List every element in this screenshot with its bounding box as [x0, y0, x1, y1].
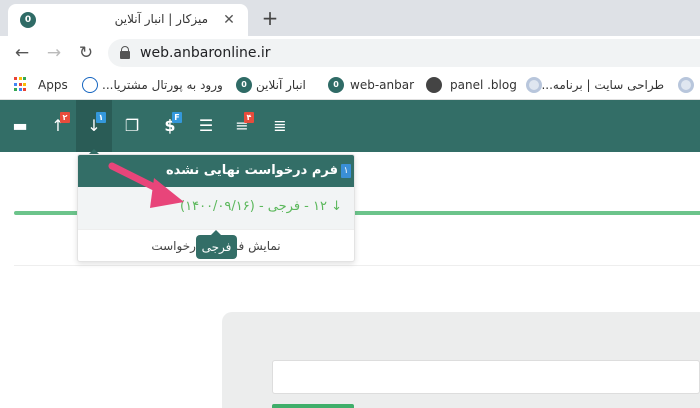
reload-button[interactable]: ↻ — [74, 41, 98, 65]
bars-button[interactable]: ≣ — [262, 100, 298, 152]
forward-button[interactable]: → — [42, 41, 66, 65]
disc-icon — [526, 77, 542, 93]
world-icon — [426, 77, 442, 93]
apps-grid-icon[interactable] — [14, 77, 29, 92]
address-bar[interactable]: web.anbaronline.ir — [108, 39, 700, 67]
list-icon: ☰ — [198, 116, 214, 135]
text-input[interactable] — [272, 360, 700, 394]
disc-icon — [678, 77, 694, 93]
sort-count-badge: ۴ — [244, 112, 254, 123]
finance-button[interactable]: $ F — [152, 100, 188, 152]
anbar-logo-icon: 0 — [328, 77, 344, 93]
divider — [14, 265, 700, 266]
browser-toolbar: ← → ↻ web.anbaronline.ir — [0, 36, 700, 70]
bookmark-web-anbar[interactable]: web-anbar — [350, 76, 414, 94]
bookmark-site-design[interactable]: طراحی سایت | برنامه... — [541, 76, 664, 94]
bars-icon: ≣ — [273, 116, 287, 135]
tab-favicon-icon: 0 — [20, 12, 36, 28]
name-tooltip: فرجی — [196, 235, 237, 259]
upload-arrow-icon: ↑ — [51, 116, 65, 135]
annotation-arrow-icon — [108, 162, 184, 208]
bookmark-panel-blog[interactable]: panel .blog — [450, 76, 517, 94]
bookmark-apps[interactable]: Apps — [38, 76, 68, 94]
lock-icon[interactable] — [120, 46, 130, 59]
sort-icon: ≡ — [235, 116, 249, 135]
submit-button[interactable] — [272, 404, 354, 408]
copy-icon: ❐ — [124, 116, 140, 135]
bookmark-customer-portal[interactable]: ورود به پورتال مشتریا... — [102, 76, 224, 94]
bookmarks-bar: Apps ورود به پورتال مشتریا... 0 انبار آن… — [0, 70, 700, 100]
outgoing-count-badge: ۲ — [60, 112, 70, 123]
anbar-logo-icon: 0 — [236, 77, 252, 93]
globe-icon — [82, 77, 98, 93]
browser-tab-strip: 0 میزکار | انبار آنلاین ✕ + — [0, 0, 700, 36]
url-text[interactable]: web.anbaronline.ir — [140, 45, 271, 61]
dropdown-header-badge: ۱ — [341, 164, 351, 178]
download-arrow-icon: ↓ — [87, 116, 101, 135]
dollar-icon: $ — [164, 116, 176, 135]
new-tab-button[interactable]: + — [258, 6, 282, 30]
outgoing-button[interactable]: ↑ ۲ — [40, 100, 76, 152]
incoming-button[interactable]: ↓ ۱ — [76, 100, 112, 152]
copy-button[interactable]: ❐ — [114, 100, 150, 152]
list-button[interactable]: ☰ — [188, 100, 224, 152]
tab-close-icon[interactable]: ✕ — [220, 11, 238, 29]
back-button[interactable]: ← — [10, 41, 34, 65]
dropdown-header-title: فرم درخواست نهایی نشده — [165, 163, 338, 178]
warehouse-button[interactable]: ▬ — [2, 100, 38, 152]
bookmark-anbar-online[interactable]: انبار آنلاین — [256, 76, 316, 94]
pending-request-label[interactable]: ↓ ۱۲ - فرجی - (۱۴۰۰/۰۹/۱۶) — [180, 199, 342, 214]
sort-button[interactable]: ≡ ۴ — [224, 100, 260, 152]
browser-tab[interactable]: 0 میزکار | انبار آنلاین ✕ — [8, 4, 248, 36]
incoming-count-badge: ۱ — [96, 112, 106, 123]
finance-count-badge: F — [172, 112, 182, 123]
tab-title: میزکار | انبار آنلاین — [114, 12, 208, 26]
warehouse-icon: ▬ — [12, 116, 28, 135]
app-header-bar: ▬ ↑ ۲ ↓ ۱ ❐ $ F ☰ ≡ ۴ ≣ — [0, 100, 700, 152]
